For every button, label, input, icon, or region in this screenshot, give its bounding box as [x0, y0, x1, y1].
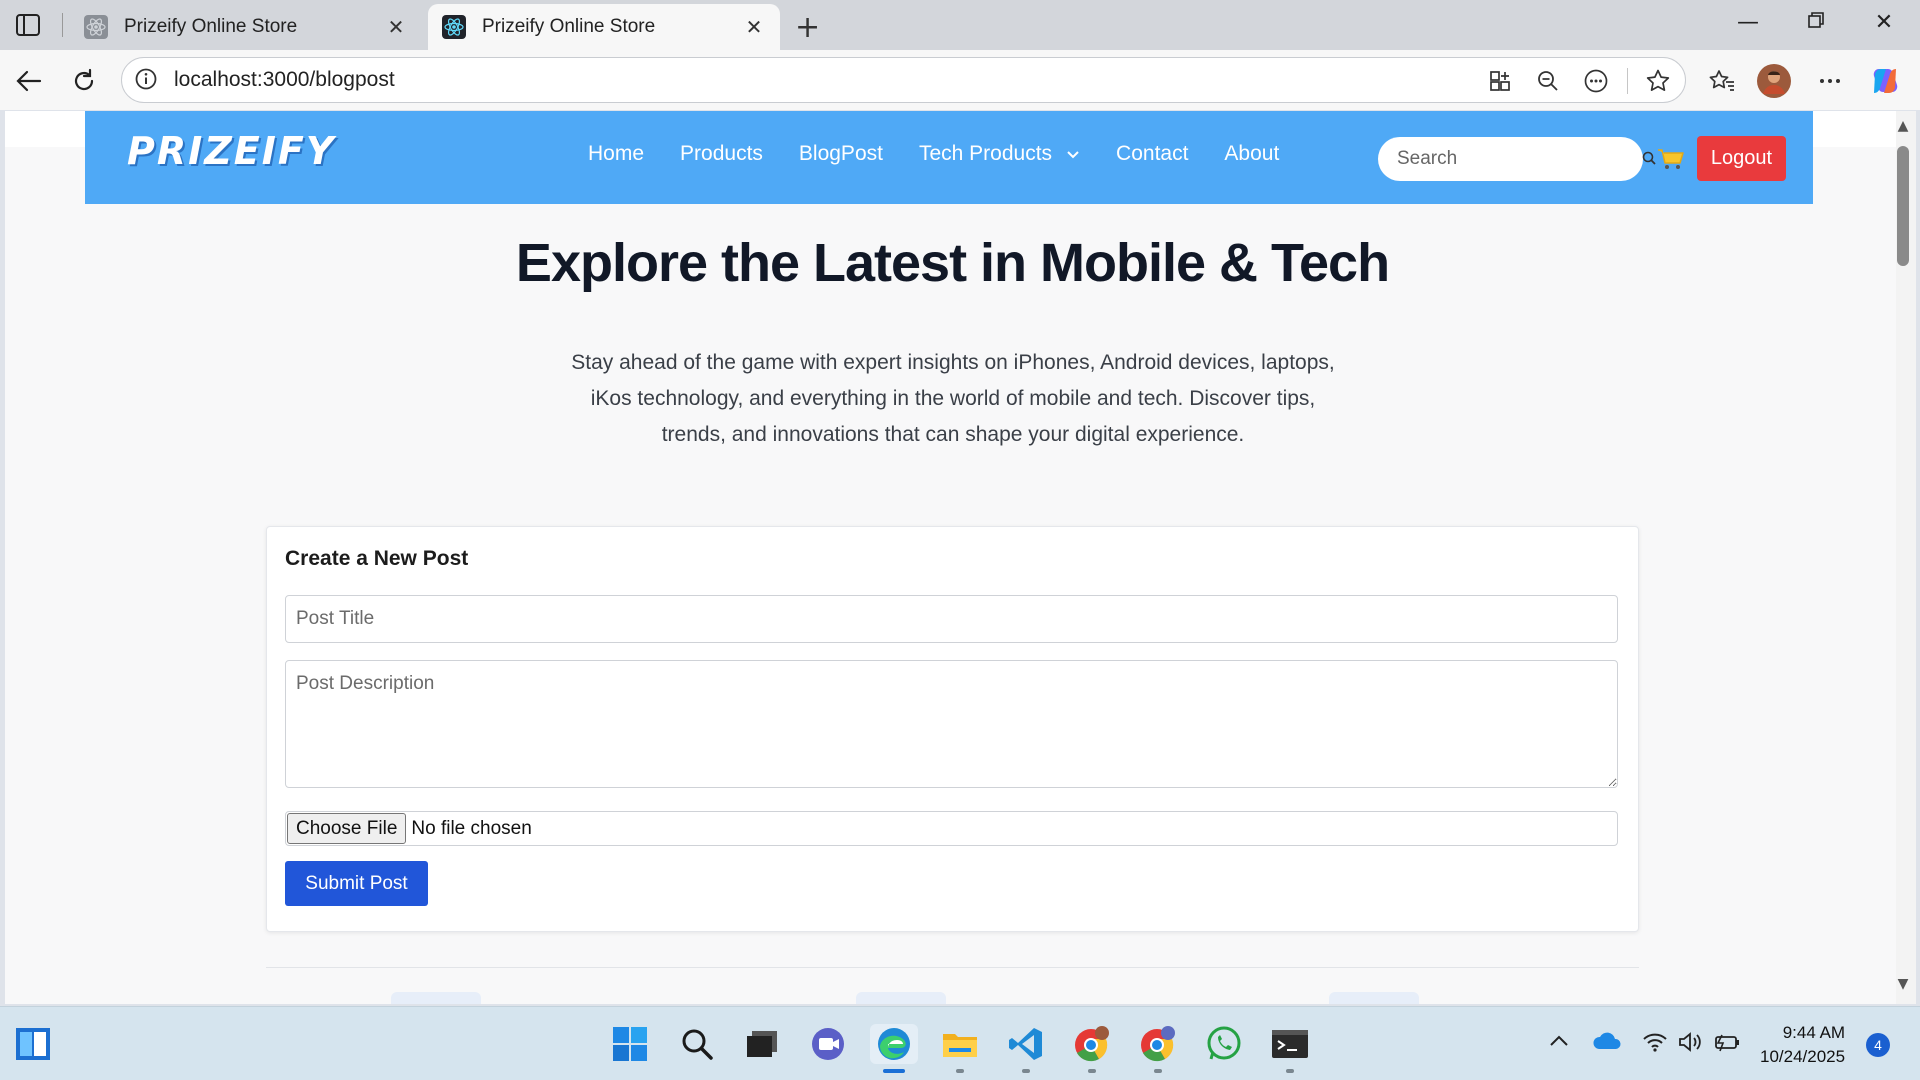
settings-menu-icon[interactable] [1813, 64, 1847, 98]
volume-icon[interactable] [1677, 1031, 1703, 1057]
logout-button[interactable]: Logout [1697, 136, 1786, 181]
submit-post-button[interactable]: Submit Post [285, 861, 428, 906]
search-icon[interactable] [1642, 150, 1656, 169]
system-clock[interactable]: 9:44 AM 10/24/2025 [1760, 1021, 1845, 1069]
hero-title: Explore the Latest in Mobile & Tech [515, 233, 1390, 293]
clock-time: 9:44 AM [1782, 1023, 1846, 1042]
site-info-icon[interactable] [134, 67, 160, 93]
favorites-icon[interactable] [1705, 64, 1739, 98]
nav-home[interactable]: Home [588, 142, 644, 166]
nav-blogpost[interactable]: BlogPost [799, 142, 883, 166]
hero-subtitle: Stay ahead of the game with expert insig… [571, 351, 1335, 446]
start-icon[interactable] [610, 1024, 650, 1064]
whatsapp-icon[interactable] [1204, 1024, 1244, 1064]
page-viewport: PRIZEIFY Home Products BlogPost Tech Pro… [5, 111, 1899, 1004]
show-hidden-icons-icon[interactable] [1548, 1031, 1570, 1055]
scroll-down-icon[interactable]: ▼ [1894, 976, 1912, 992]
search-box [1378, 137, 1656, 181]
task-view-icon[interactable] [742, 1024, 782, 1064]
terminal-icon[interactable] [1270, 1024, 1310, 1064]
cart-icon[interactable] [1657, 147, 1685, 175]
profile-avatar-icon[interactable] [1757, 64, 1791, 98]
notification-badge[interactable]: 4 [1866, 1033, 1890, 1057]
edge-icon[interactable] [870, 1024, 918, 1064]
tab-title: Prizeify Online Store [482, 16, 656, 37]
url-text[interactable]: localhost:3000/blogpost [174, 68, 395, 92]
search-icon[interactable] [677, 1024, 717, 1064]
battery-icon[interactable] [1713, 1031, 1741, 1057]
chrome-icon[interactable] [1072, 1024, 1112, 1064]
post-title-input[interactable] [285, 595, 1618, 643]
close-window-icon[interactable]: ✕ [1864, 10, 1904, 35]
new-tab-icon[interactable]: + [795, 10, 820, 45]
widgets-icon[interactable] [13, 1024, 53, 1064]
vscode-icon[interactable] [1006, 1024, 1046, 1064]
file-input: Choose File No file chosen [285, 811, 1618, 846]
teams-icon[interactable] [808, 1024, 848, 1064]
browser-tab-inactive[interactable]: Prizeify Online Store ✕ [70, 4, 422, 50]
wifi-icon[interactable] [1642, 1031, 1668, 1057]
main-nav: Home Products BlogPost Tech Products Con… [588, 142, 1279, 166]
clock-date: 10/24/2025 [1760, 1047, 1846, 1066]
chrome-profile-icon[interactable] [1138, 1024, 1178, 1064]
react-favicon-icon [84, 15, 108, 39]
search-input[interactable] [1397, 148, 1642, 170]
react-favicon-icon [442, 15, 466, 39]
more-tools-icon[interactable] [1579, 64, 1613, 98]
nav-tech-products[interactable]: Tech Products [919, 142, 1080, 166]
browser-tab-active[interactable]: Prizeify Online Store ✕ [428, 4, 780, 50]
zoom-out-icon[interactable] [1531, 64, 1565, 98]
nav-about[interactable]: About [1224, 142, 1279, 166]
back-arrow-icon[interactable] [12, 64, 46, 98]
favorite-star-icon[interactable] [1641, 64, 1675, 98]
file-explorer-icon[interactable] [940, 1024, 980, 1064]
restore-icon[interactable] [1796, 10, 1836, 35]
post-description-textarea[interactable] [285, 660, 1618, 788]
scrollbar-thumb[interactable] [1897, 146, 1909, 266]
create-post-form: Create a New Post Choose File No file ch… [266, 526, 1639, 932]
nav-products[interactable]: Products [680, 142, 763, 166]
onedrive-icon[interactable] [1592, 1031, 1622, 1055]
scroll-up-icon[interactable]: ▲ [1894, 118, 1912, 134]
nav-tech-products-label: Tech Products [918, 142, 1053, 165]
choose-file-button[interactable]: Choose File [287, 813, 407, 844]
browser-toolbar: localhost:3000/blogpost [0, 50, 1920, 110]
app-available-icon[interactable] [1483, 64, 1517, 98]
section-divider [266, 967, 1639, 968]
file-status-text: No file chosen [411, 817, 532, 839]
sidebar-toggle-icon[interactable] [14, 12, 42, 38]
chevron-down-icon [1066, 142, 1080, 166]
nav-contact[interactable]: Contact [1116, 142, 1188, 166]
minimize-icon[interactable]: — [1728, 10, 1768, 35]
site-logo[interactable]: PRIZEIFY [127, 129, 335, 173]
tab-close-icon[interactable]: ✕ [384, 15, 408, 39]
address-bar[interactable]: localhost:3000/blogpost [121, 57, 1686, 103]
tab-close-icon[interactable]: ✕ [742, 15, 766, 39]
reload-icon[interactable] [67, 64, 101, 98]
form-heading: Create a New Post [285, 547, 469, 570]
taskbar: 9:44 AM 10/24/2025 4 [0, 1006, 1920, 1080]
copilot-icon[interactable] [1868, 64, 1902, 98]
site-header: PRIZEIFY Home Products BlogPost Tech Pro… [85, 111, 1813, 204]
browser-tab-strip: Prizeify Online Store ✕ Prizeify Online … [0, 0, 1920, 50]
tab-title: Prizeify Online Store [124, 16, 298, 37]
